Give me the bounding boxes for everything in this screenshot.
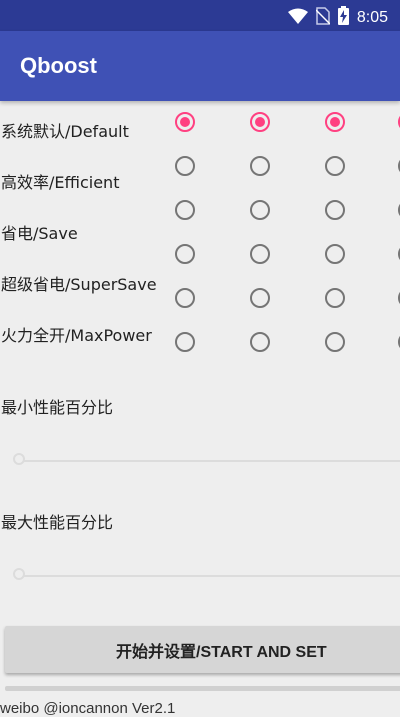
no-sim-icon <box>315 6 331 29</box>
radio-button-col2-row3[interactable] <box>250 200 270 220</box>
max-performance-thumb[interactable] <box>13 568 25 580</box>
mode-label-supersave: 超级省电/SuperSave <box>1 275 157 294</box>
radio-button-col3-row3[interactable] <box>325 200 345 220</box>
min-performance-thumb[interactable] <box>13 453 25 465</box>
radio-button-col1-row2[interactable] <box>175 156 195 176</box>
radio-button-col2-row6[interactable] <box>250 332 270 352</box>
mode-label-default: 系统默认/Default <box>1 122 129 141</box>
battery-charging-icon <box>337 6 349 29</box>
min-performance-label: 最小性能百分比 <box>1 398 114 417</box>
radio-button-col2-row2[interactable] <box>250 156 270 176</box>
mode-label-save: 省电/Save <box>1 224 78 243</box>
radio-button-col1-row1[interactable] <box>175 112 195 132</box>
radio-button-col3-row4[interactable] <box>325 244 345 264</box>
progress-divider <box>5 686 400 691</box>
wifi-icon <box>287 8 308 28</box>
min-performance-track[interactable] <box>14 460 400 462</box>
status-time: 8:05 <box>356 8 388 26</box>
radio-button-col1-row3[interactable] <box>175 200 195 220</box>
mode-label-efficient: 高效率/Efficient <box>1 173 120 192</box>
status-icons: 8:05 <box>287 6 388 29</box>
mode-label-maxpower: 火力全开/MaxPower <box>1 326 152 345</box>
radio-button-col2-row1[interactable] <box>250 112 270 132</box>
radio-button-col2-row4[interactable] <box>250 244 270 264</box>
footer-credit: weibo @ioncannon Ver2.1 <box>0 700 176 717</box>
radio-button-col1-row5[interactable] <box>175 288 195 308</box>
max-performance-label: 最大性能百分比 <box>1 513 114 532</box>
radio-button-col2-row5[interactable] <box>250 288 270 308</box>
app-bar: Qboost <box>0 31 400 101</box>
start-and-set-button[interactable]: 开始并设置/START AND SET <box>5 626 400 673</box>
radio-button-col1-row6[interactable] <box>175 332 195 352</box>
status-bar: 8:05 <box>0 0 400 31</box>
max-performance-track[interactable] <box>14 575 400 577</box>
radio-button-col3-row1[interactable] <box>325 112 345 132</box>
radio-button-col3-row6[interactable] <box>325 332 345 352</box>
radio-button-col3-row5[interactable] <box>325 288 345 308</box>
radio-button-col3-row2[interactable] <box>325 156 345 176</box>
app-title: Qboost <box>20 53 97 78</box>
radio-button-col1-row4[interactable] <box>175 244 195 264</box>
